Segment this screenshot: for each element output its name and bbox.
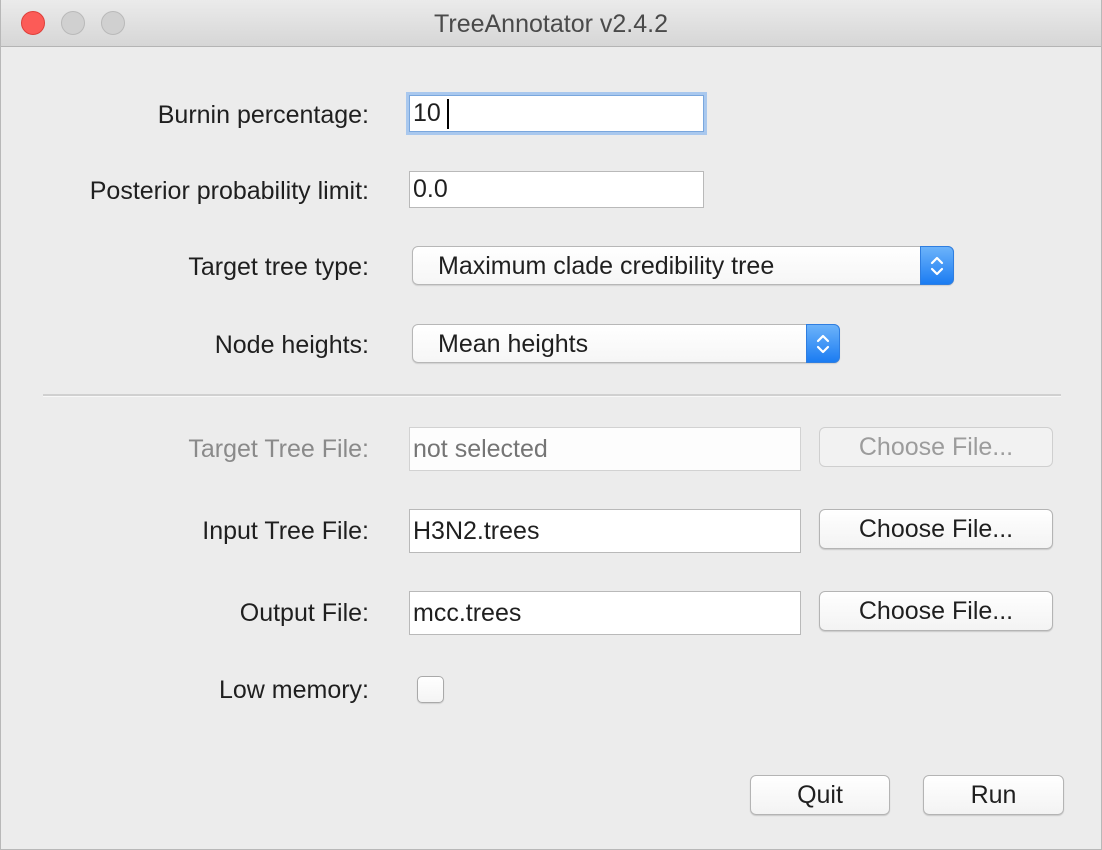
- target-tree-file-label: Target Tree File:: [188, 435, 369, 463]
- target-tree-file-input: [409, 427, 801, 471]
- section-divider: [43, 394, 1061, 397]
- output-file-input[interactable]: [409, 591, 801, 635]
- window-title: TreeAnnotator v2.4.2: [434, 10, 668, 38]
- updown-arrows-icon: [806, 324, 840, 363]
- run-button[interactable]: Run: [923, 775, 1064, 815]
- posterior-limit-label: Posterior probability limit:: [89, 177, 369, 205]
- target-tree-type-value: Maximum clade credibility tree: [438, 252, 775, 280]
- input-tree-file-input[interactable]: [409, 509, 801, 553]
- output-file-label: Output File:: [239, 599, 369, 627]
- node-heights-select[interactable]: Mean heights: [412, 324, 840, 363]
- target-tree-choose-file-button: Choose File...: [819, 427, 1053, 467]
- burnin-input[interactable]: [409, 95, 704, 132]
- low-memory-label: Low memory:: [218, 676, 369, 704]
- text-caret: [447, 99, 449, 129]
- node-heights-value: Mean heights: [438, 330, 589, 358]
- input-tree-file-label: Input Tree File:: [202, 517, 369, 545]
- title-bar[interactable]: TreeAnnotator v2.4.2: [1, 0, 1101, 47]
- tree-annotator-window: TreeAnnotator v2.4.2 Burnin percentage: …: [0, 0, 1102, 850]
- posterior-limit-input[interactable]: [409, 171, 704, 208]
- output-file-choose-file-button[interactable]: Choose File...: [819, 591, 1053, 631]
- input-tree-choose-file-button[interactable]: Choose File...: [819, 509, 1053, 549]
- quit-button[interactable]: Quit: [750, 775, 890, 815]
- updown-arrows-icon: [920, 246, 954, 285]
- target-tree-type-select[interactable]: Maximum clade credibility tree: [412, 246, 954, 285]
- target-tree-type-label: Target tree type:: [188, 253, 369, 281]
- low-memory-checkbox[interactable]: [417, 676, 444, 703]
- burnin-label: Burnin percentage:: [157, 101, 369, 129]
- node-heights-label: Node heights:: [214, 331, 369, 359]
